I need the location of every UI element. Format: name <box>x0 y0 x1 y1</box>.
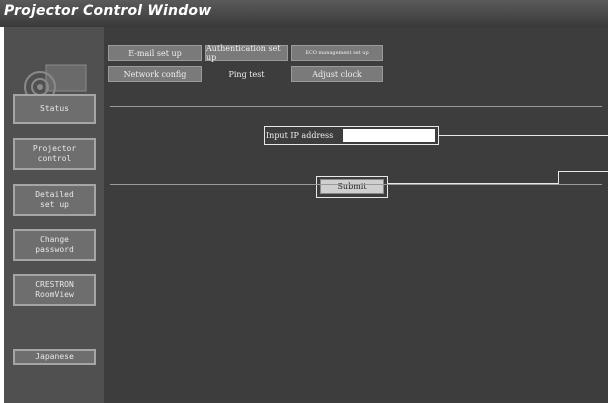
tab-email-set-up[interactable]: E-mail set up <box>108 45 202 61</box>
callout-line-submit <box>388 183 558 184</box>
ip-address-input[interactable] <box>343 129 435 142</box>
title-bar: Projector Control Window <box>0 0 608 27</box>
callout-line-submit-vertical <box>558 171 559 184</box>
tab-eco-management-set-up[interactable]: ECO management set up <box>291 45 383 61</box>
projector-control-window: Projector Control Window Status Projecto… <box>0 0 608 403</box>
submit-button[interactable]: Submit <box>320 179 384 194</box>
tab-authentication-set-up[interactable]: Authentication set up <box>205 44 288 62</box>
tab-network-config[interactable]: Network config <box>108 66 202 82</box>
tab-ping-test[interactable]: Ping test <box>205 66 288 82</box>
sidebar-item-crestron-roomview[interactable]: CRESTRON RoomView <box>13 274 96 306</box>
callout-line-submit-end <box>558 171 608 172</box>
tab-adjust-clock[interactable]: Adjust clock <box>291 66 383 82</box>
ip-address-label: Input IP address <box>266 130 334 140</box>
sidebar-item-japanese[interactable]: Japanese <box>13 349 96 365</box>
main-panel: E-mail set up Authentication set up ECO … <box>104 27 608 403</box>
sidebar-item-status[interactable]: Status <box>13 94 96 124</box>
divider-top <box>110 106 602 107</box>
callout-line-ip <box>439 135 608 136</box>
window-title: Projector Control Window <box>4 3 212 19</box>
divider-bottom <box>110 184 602 185</box>
sidebar: Status Projector control Detailed set up… <box>4 27 104 403</box>
sidebar-item-detailed-set-up[interactable]: Detailed set up <box>13 184 96 216</box>
sidebar-item-projector-control[interactable]: Projector control <box>13 138 96 170</box>
sidebar-item-change-password[interactable]: Change password <box>13 229 96 261</box>
